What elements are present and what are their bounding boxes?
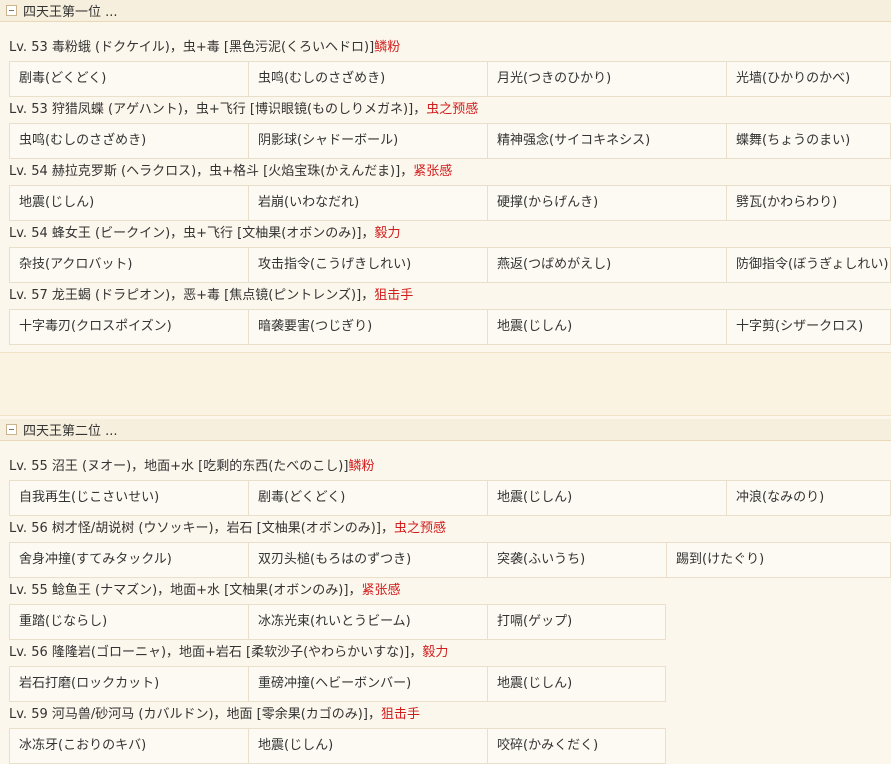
move-cell: 防御指令(ぼうぎょしれい)	[726, 247, 891, 283]
pokemon-line: Lv. 56 树才怪/胡说树 (ウソッキー)，岩石 [文柚果(オボンのみ)]，虫…	[9, 521, 446, 536]
move-cell: 地震(じしん)	[487, 309, 726, 345]
section-divider	[0, 352, 891, 416]
move-cell: 踢到(けたぐり)	[666, 542, 891, 578]
move-cell: 重踏(じならし)	[9, 604, 248, 640]
moves-row: 地震(じしん) 岩崩(いわなだれ) 硬撑(からげんき) 劈瓦(かわらわり)	[0, 185, 891, 221]
pokemon-line: Lv. 55 鲶鱼王 (ナマズン)，地面+水 [文柚果(オボンのみ)]，紧张感	[9, 583, 401, 598]
move-cell: 攻击指令(こうげきしれい)	[248, 247, 487, 283]
move-cell: 剧毒(どくどく)	[9, 61, 248, 97]
move-cell: 月光(つきのひかり)	[487, 61, 726, 97]
moves-row: 舍身冲撞(すてみタックル) 双刃头槌(もろはのずつき) 突袭(ふいうち) 踢到(…	[0, 542, 891, 578]
move-cell: 暗袭要害(つじぎり)	[248, 309, 487, 345]
ability-label: 虫之预感	[393, 521, 446, 536]
pokemon-line: Lv. 53 狩猎凤蝶 (アゲハント)，虫+飞行 [博识眼镜(ものしりメガネ)]…	[9, 102, 479, 117]
move-cell: 岩崩(いわなだれ)	[248, 185, 487, 221]
move-cell: 虫鸣(むしのさざめき)	[9, 123, 248, 159]
ability-label: 毅力	[422, 645, 449, 660]
moves-row: 重踏(じならし) 冰冻光束(れいとうビーム) 打嗝(ゲップ)	[0, 604, 891, 640]
ability-label: 虫之预感	[426, 102, 479, 117]
move-cell: 阴影球(シャドーボール)	[248, 123, 487, 159]
moves-row: 剧毒(どくどく) 虫鸣(むしのさざめき) 月光(つきのひかり) 光墙(ひかりのか…	[0, 61, 891, 97]
move-cell: 十字毒刃(クロスポイズン)	[9, 309, 248, 345]
moves-row: 虫鸣(むしのさざめき) 阴影球(シャドーボール) 精神强念(サイコキネシス) 蝶…	[0, 123, 891, 159]
collapse-icon[interactable]	[6, 424, 17, 435]
pokemon-line: Lv. 56 隆隆岩(ゴローニャ)，地面+岩石 [柔软沙子(やわらかいすな)]，…	[9, 645, 449, 660]
move-cell: 十字剪(シザークロス)	[726, 309, 891, 345]
move-cell: 精神强念(サイコキネシス)	[487, 123, 726, 159]
move-cell: 虫鸣(むしのさざめき)	[248, 61, 487, 97]
pokemon-line: Lv. 59 河马兽/砂河马 (カバルドン)，地面 [零余果(カゴのみ)]，狙击…	[9, 707, 420, 722]
move-cell: 光墙(ひかりのかべ)	[726, 61, 891, 97]
move-cell: 打嗝(ゲップ)	[487, 604, 666, 640]
section-title: 四天王第一位 ...	[23, 5, 118, 20]
move-cell: 地震(じしん)	[487, 666, 666, 702]
collapse-icon[interactable]	[6, 5, 17, 16]
move-cell: 地震(じしん)	[248, 728, 487, 764]
ability-label: 狙击手	[374, 288, 414, 303]
move-cell: 咬碎(かみくだく)	[487, 728, 666, 764]
ability-label: 紧张感	[413, 164, 453, 179]
section-elite-four-1: 四天王第一位 ... Lv. 53 毒粉蛾 (ドクケイル)，虫+毒 [黑色污泥(…	[0, 0, 891, 345]
move-cell: 冰冻牙(こおりのキバ)	[9, 728, 248, 764]
section-header[interactable]: 四天王第二位 ...	[0, 419, 891, 441]
pokemon-line: Lv. 55 沼王 (ヌオー)，地面+水 [吃剩的东西(たべのこし)]鳞粉	[9, 459, 375, 474]
ability-label: 毅力	[374, 226, 401, 241]
pokemon-line: Lv. 54 赫拉克罗斯 (ヘラクロス)，虫+格斗 [火焰宝珠(かえんだま)]，…	[9, 164, 453, 179]
ability-label: 紧张感	[361, 583, 401, 598]
move-cell: 蝶舞(ちょうのまい)	[726, 123, 891, 159]
section-elite-four-2: 四天王第二位 ... Lv. 55 沼王 (ヌオー)，地面+水 [吃剩的东西(た…	[0, 419, 891, 764]
moves-row: 自我再生(じこさいせい) 剧毒(どくどく) 地震(じしん) 冲浪(なみのり)	[0, 480, 891, 516]
ability-label: 狙击手	[380, 707, 420, 722]
move-cell: 地震(じしん)	[9, 185, 248, 221]
pokemon-line: Lv. 54 蜂女王 (ビークイン)，虫+飞行 [文柚果(オボンのみ)]，毅力	[9, 226, 401, 241]
move-cell: 突袭(ふいうち)	[487, 542, 666, 578]
move-cell: 燕返(つばめがえし)	[487, 247, 726, 283]
move-cell: 杂技(アクロバット)	[9, 247, 248, 283]
moves-row: 冰冻牙(こおりのキバ) 地震(じしん) 咬碎(かみくだく)	[0, 728, 891, 764]
move-cell: 自我再生(じこさいせい)	[9, 480, 248, 516]
move-cell: 冲浪(なみのり)	[726, 480, 891, 516]
moves-row: 十字毒刃(クロスポイズン) 暗袭要害(つじぎり) 地震(じしん) 十字剪(シザー…	[0, 309, 891, 345]
move-cell: 剧毒(どくどく)	[248, 480, 487, 516]
moves-row: 岩石打磨(ロックカット) 重磅冲撞(ヘビーボンバー) 地震(じしん)	[0, 666, 891, 702]
move-cell: 劈瓦(かわらわり)	[726, 185, 891, 221]
pokemon-line: Lv. 57 龙王蝎 (ドラピオン)，恶+毒 [焦点镜(ピントレンズ)]，狙击手	[9, 288, 414, 303]
pokemon-line: Lv. 53 毒粉蛾 (ドクケイル)，虫+毒 [黑色污泥(くろいヘドロ)]鳞粉	[9, 40, 401, 55]
move-cell: 地震(じしん)	[487, 480, 726, 516]
move-cell: 冰冻光束(れいとうビーム)	[248, 604, 487, 640]
move-cell: 双刃头槌(もろはのずつき)	[248, 542, 487, 578]
section-title: 四天王第二位 ...	[23, 424, 118, 439]
moves-row: 杂技(アクロバット) 攻击指令(こうげきしれい) 燕返(つばめがえし) 防御指令…	[0, 247, 891, 283]
ability-label: 鳞粉	[374, 40, 401, 55]
move-cell: 重磅冲撞(ヘビーボンバー)	[248, 666, 487, 702]
move-cell: 硬撑(からげんき)	[487, 185, 726, 221]
move-cell: 岩石打磨(ロックカット)	[9, 666, 248, 702]
section-header[interactable]: 四天王第一位 ...	[0, 0, 891, 22]
move-cell: 舍身冲撞(すてみタックル)	[9, 542, 248, 578]
ability-label: 鳞粉	[348, 459, 375, 474]
